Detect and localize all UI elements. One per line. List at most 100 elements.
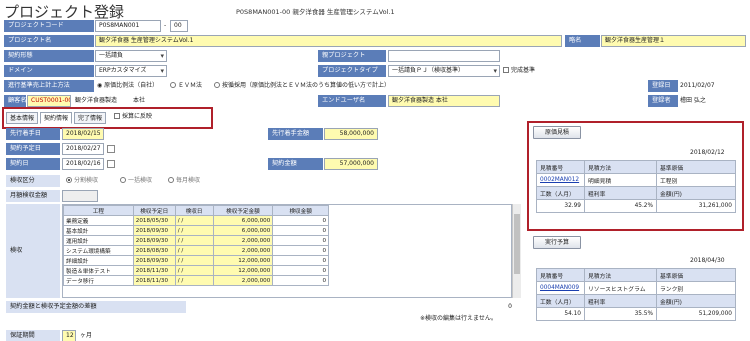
execution-budget-row2: 54.10 35.5% 51,209,000: [536, 307, 736, 321]
cost-estimate-row: 0002MAN012 明細見積 工程別: [536, 173, 736, 187]
contract-type-label: 契約形態: [4, 50, 94, 62]
domain-select[interactable]: ERPカスタマイズ: [95, 65, 167, 77]
prestart-amount-input[interactable]: 58,000,000: [324, 128, 378, 140]
col-actual-date: 検収日: [174, 205, 214, 216]
customer-code-input[interactable]: CUST0001-00: [27, 95, 71, 107]
acceptance-type-label: 検収区分: [6, 175, 60, 187]
customer-branch: 本社: [133, 97, 146, 104]
grid-cell-planned-amount[interactable]: 2,000,000: [212, 245, 274, 256]
acceptance-option-split[interactable]: 分割検収: [66, 175, 98, 187]
grid-cell-planned-amount[interactable]: 2,000,000: [212, 275, 274, 286]
cost-estimate-header-row2: 工数（人月） 粗利率 金額(円): [536, 186, 736, 200]
grid-cell-planned-amount[interactable]: 2,000,000: [212, 235, 274, 246]
grid-cell-planned-date[interactable]: 2018/11/30: [132, 275, 176, 286]
grid-scrollbar[interactable]: [512, 204, 521, 298]
project-type-select[interactable]: 一括請負ＰＪ（検収基準）: [388, 65, 500, 77]
monthly-radio[interactable]: [168, 176, 174, 183]
budget-base-cost-header: 基準原価: [656, 268, 736, 282]
grid-cell-actual-date[interactable]: / /: [174, 265, 214, 276]
acceptance-grid-label: 検収: [6, 204, 60, 298]
contract-type-select[interactable]: 一括請負: [95, 50, 167, 62]
revenue-method-label: 進行基準売上計上方法: [4, 80, 94, 92]
split-radio[interactable]: [66, 176, 72, 183]
lower-radio[interactable]: [214, 81, 220, 88]
base-cost-value: 工程別: [656, 173, 736, 187]
registered-date-label: 登録日: [648, 80, 678, 92]
grid-cell-actual-date[interactable]: / /: [174, 245, 214, 256]
amount-value: 31,261,000: [656, 199, 736, 213]
revenue-option-lower[interactable]: 按循採用（原価比例法とＥＶＭ法のうち算値の低い方で計上）: [214, 80, 390, 92]
estimate-no-link[interactable]: 0002MAN012: [540, 177, 579, 183]
grid-cell-planned-amount[interactable]: 12,000,000: [212, 265, 274, 276]
budget-amount-header: 金額(円): [656, 294, 736, 308]
grid-cell-planned-date[interactable]: 2018/09/30: [132, 255, 176, 266]
grid-cell-actual-date[interactable]: / /: [174, 275, 214, 286]
tabs-highlight-box: [2, 107, 213, 129]
grid-cell-actual-date[interactable]: / /: [174, 255, 214, 266]
grid-cell-amount: 0: [272, 235, 329, 246]
planned-date-input[interactable]: 2018/02/27: [62, 143, 104, 155]
warranty-input[interactable]: 12: [62, 330, 76, 341]
grid-cell-actual-date[interactable]: / /: [174, 235, 214, 246]
project-name-input[interactable]: 観夕洋食器 生産管理システムVol.1: [95, 35, 562, 47]
calendar-icon[interactable]: [107, 160, 115, 168]
revenue-option-cost-ratio[interactable]: ◉ 原価比例法（自社）: [97, 80, 158, 92]
budget-no-link[interactable]: 0004MAN009: [540, 285, 579, 291]
base-cost-header: 基準原価: [656, 160, 736, 174]
acceptance-option-monthly[interactable]: 毎月検収: [168, 175, 200, 187]
project-code-dash: -: [164, 22, 167, 29]
manmonth-value: 32.99: [536, 199, 585, 213]
diff-value: 0: [508, 303, 512, 310]
short-name-input[interactable]: 観夕洋食器生産管理１: [601, 35, 746, 47]
prestart-date-label: 先行着手日: [6, 128, 60, 140]
grid-cell-amount: 0: [272, 225, 329, 236]
grid-cell-planned-amount[interactable]: 6,000,000: [212, 215, 274, 226]
monthly-amount-input[interactable]: [62, 190, 98, 202]
contract-date-label: 契約日: [6, 158, 60, 170]
acceptance-grid: 工程 検収予定日 検収日 検収予定金額 検収金額 業務定義 2018/05/30/…: [62, 204, 512, 298]
estimate-method-value: 明細見積: [584, 173, 657, 187]
grid-cell-planned-amount[interactable]: 6,000,000: [212, 225, 274, 236]
col-planned-amount: 検収予定金額: [212, 205, 274, 216]
grid-cell-actual-date[interactable]: / /: [174, 215, 214, 226]
revenue-option-evm[interactable]: ＥＶＭ法: [170, 80, 202, 92]
calendar-icon[interactable]: [107, 145, 115, 153]
grid-cell-planned-date[interactable]: 2018/08/30: [132, 245, 176, 256]
lump-radio[interactable]: [120, 176, 126, 183]
margin-value: 45.2%: [584, 199, 657, 213]
customer-label: 顧客名: [4, 95, 26, 107]
end-user-label: エンドユーザ名: [318, 95, 386, 107]
grid-cell-planned-date[interactable]: 2018/09/30: [132, 235, 176, 246]
grid-cell-planned-amount[interactable]: 12,000,000: [212, 255, 274, 266]
grid-cell-planned-date[interactable]: 2018/11/30: [132, 265, 176, 276]
grid-cell-actual-date[interactable]: / /: [174, 225, 214, 236]
grid-note: ※検収の編集は行えません。: [420, 315, 497, 322]
parent-project-input[interactable]: [388, 50, 500, 62]
project-type-checkbox[interactable]: [503, 66, 509, 73]
warranty-unit: ヶ月: [80, 332, 93, 339]
grid-cell-planned-date[interactable]: 2018/09/30: [132, 225, 176, 236]
prestart-amount-label: 先行着手金額: [268, 128, 323, 140]
evm-radio[interactable]: [170, 81, 176, 88]
project-code-suffix-input[interactable]: 00: [170, 20, 188, 32]
contract-date-input[interactable]: 2018/02/16: [62, 158, 104, 170]
project-code-label: プロジェクトコード: [4, 20, 94, 32]
budget-base-cost-value: ランク別: [656, 281, 736, 295]
project-code-input[interactable]: P0S8MAN001: [95, 20, 161, 32]
cost-estimate-button[interactable]: 原価見積: [533, 126, 581, 139]
contract-amount-input[interactable]: 57,000,000: [324, 158, 378, 170]
grid-cell-amount: 0: [272, 275, 329, 286]
grid-scrollbar-thumb[interactable]: [514, 214, 520, 274]
execution-budget-button[interactable]: 実行予算: [533, 236, 581, 249]
margin-header: 粗利率: [584, 186, 657, 200]
budget-method-header: 見積方法: [584, 268, 657, 282]
prestart-date-input[interactable]: 2018/02/15: [62, 128, 104, 140]
diff-label: 契約金額と検収予定金額の差額: [6, 301, 186, 313]
budget-manmonth-header: 工数（人月）: [536, 294, 585, 308]
end-user-input[interactable]: 観夕洋食器製造 本社: [388, 95, 500, 107]
budget-no-header: 見積番号: [536, 268, 585, 282]
acceptance-option-lump[interactable]: 一括検収: [120, 175, 152, 187]
grid-cell-planned-date[interactable]: 2018/05/30: [132, 215, 176, 226]
grid-cell-phase: 業務定義: [63, 215, 134, 226]
grid-header-row: 工程 検収予定日 検収日 検収予定金額 検収金額: [63, 205, 329, 216]
